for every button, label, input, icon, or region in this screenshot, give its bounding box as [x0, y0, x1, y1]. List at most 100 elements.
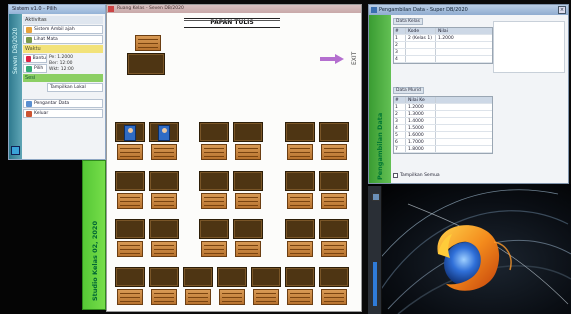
desk-r4-c5[interactable]: [251, 267, 281, 287]
folder-icon: [26, 26, 32, 33]
chair-r4-c7[interactable]: [321, 289, 347, 305]
classroom-strip-label: Studio Kelas 02, 2020: [91, 221, 99, 301]
table-row[interactable]: 1 1.2000: [394, 104, 492, 111]
cell: 4: [394, 125, 406, 131]
chair-r2-c5[interactable]: [287, 193, 313, 209]
chair-r4-c2[interactable]: [151, 289, 177, 305]
chair-r2-c6[interactable]: [321, 193, 347, 209]
cell: [436, 118, 492, 124]
chair-r1-c1[interactable]: [117, 144, 143, 160]
cell: [436, 146, 492, 152]
desk-r1-c4[interactable]: [233, 122, 263, 142]
chair-r3-c5[interactable]: [287, 241, 313, 257]
chair-r3-c2[interactable]: [151, 241, 177, 257]
cell: 1.4000: [406, 118, 436, 124]
chair-r2-c2[interactable]: [151, 193, 177, 209]
desk-r3-c1[interactable]: [115, 219, 145, 239]
table-row[interactable]: 2: [394, 42, 492, 49]
chair-r2-c1[interactable]: [117, 193, 143, 209]
desk-r1-c2[interactable]: [149, 122, 179, 142]
wallpaper-art: [368, 189, 571, 314]
app-square-icon[interactable]: [11, 146, 20, 155]
table-row[interactable]: 6 1.7000: [394, 139, 492, 146]
chair-r3-c1[interactable]: [117, 241, 143, 257]
chair-r4-c6[interactable]: [287, 289, 313, 305]
window-icon: [371, 7, 377, 13]
btn-view-grades[interactable]: Lihat Mata: [23, 35, 103, 44]
teacher-desk[interactable]: [127, 53, 165, 75]
table-row[interactable]: 4: [394, 56, 492, 63]
scroll-indicator[interactable]: [373, 262, 377, 306]
desk-r1-c6[interactable]: [319, 122, 349, 142]
tray-icon[interactable]: [372, 193, 380, 201]
desk-r2-c3[interactable]: [199, 171, 229, 191]
btn-data-intro[interactable]: Pengantar Data: [23, 99, 103, 108]
data-window-titlebar[interactable]: Pengambilan Data - Super DB/2020 ×: [369, 5, 568, 15]
desk-r3-c2[interactable]: [149, 219, 179, 239]
chair-r2-c4[interactable]: [235, 193, 261, 209]
cell: 6: [394, 139, 406, 145]
eye-icon: [26, 36, 32, 43]
table-row[interactable]: 3: [394, 49, 492, 56]
desk-r4-c7[interactable]: [319, 267, 349, 287]
table-row[interactable]: 5 1.6000: [394, 132, 492, 139]
cell: 1.3000: [406, 111, 436, 117]
data-window-strip: Pengambilan Data: [369, 15, 391, 183]
chair-r4-c3[interactable]: [185, 289, 211, 305]
desk-r1-c5[interactable]: [285, 122, 315, 142]
desk-r3-c6[interactable]: [319, 219, 349, 239]
chair-r1-c5[interactable]: [287, 144, 313, 160]
cell: 1.7000: [406, 139, 436, 145]
chair-r1-c3[interactable]: [201, 144, 227, 160]
chair-r1-c6[interactable]: [321, 144, 347, 160]
classroom-titlebar[interactable]: Ruang Kelas - Seven DB/2020: [107, 5, 361, 13]
classroom-title: Ruang Kelas - Seven DB/2020: [117, 6, 184, 11]
table-row[interactable]: 2 1.3000: [394, 111, 492, 118]
table-header: # Nilai Ke: [394, 97, 492, 104]
desk-r4-c6[interactable]: [285, 267, 315, 287]
window-icon: [108, 6, 114, 12]
desk-r2-c2[interactable]: [149, 171, 179, 191]
show-all-checkbox[interactable]: [393, 173, 398, 178]
time-block: Bantu Pilih Pe: 1.2000 Ber: 12:00 Wkt: 1…: [23, 54, 103, 74]
chair-r4-c5[interactable]: [253, 289, 279, 305]
desk-r2-c4[interactable]: [233, 171, 263, 191]
chair-r1-c4[interactable]: [235, 144, 261, 160]
close-icon[interactable]: ×: [558, 6, 566, 14]
desk-r3-c3[interactable]: [199, 219, 229, 239]
table-row[interactable]: 7 1.8000: [394, 146, 492, 153]
student-icon[interactable]: [124, 125, 136, 141]
table-row[interactable]: 4 1.5000: [394, 125, 492, 132]
chair-r3-c3[interactable]: [201, 241, 227, 257]
desk-r4-c2[interactable]: [149, 267, 179, 287]
student-icon[interactable]: [158, 125, 170, 141]
btn-take-system[interactable]: Sistem Ambil ajah: [23, 25, 103, 34]
desk-r2-c1[interactable]: [115, 171, 145, 191]
desk-r4-c1[interactable]: [115, 267, 145, 287]
teacher-chair[interactable]: [135, 35, 161, 51]
chair-r1-c2[interactable]: [151, 144, 177, 160]
desk-r4-c3[interactable]: [183, 267, 213, 287]
desk-r1-c1[interactable]: [115, 122, 145, 142]
chair-r2-c3[interactable]: [201, 193, 227, 209]
col-header: #: [394, 28, 406, 34]
btn-show-local[interactable]: Tampilkan Lokal: [47, 83, 103, 92]
show-all-checkbox-row[interactable]: Tampilkan Semua: [393, 173, 440, 178]
left-strip-label: Seven DB/2020: [12, 27, 19, 74]
chair-r4-c1[interactable]: [117, 289, 143, 305]
chair-r3-c4[interactable]: [235, 241, 261, 257]
desk-r3-c5[interactable]: [285, 219, 315, 239]
btn-exit[interactable]: Keluar: [23, 109, 103, 118]
table-row[interactable]: 3 1.4000: [394, 118, 492, 125]
cell: 2: [394, 42, 406, 48]
desk-r2-c5[interactable]: [285, 171, 315, 191]
table-row[interactable]: 12 (Kelas 1) 1.2000: [394, 35, 492, 42]
exit-label: EXIT: [351, 51, 358, 65]
desk-r1-c3[interactable]: [199, 122, 229, 142]
chair-r3-c6[interactable]: [321, 241, 347, 257]
left-window-titlebar[interactable]: Sistem v1.0 - Pilih: [9, 5, 105, 14]
desk-r3-c4[interactable]: [233, 219, 263, 239]
desk-r4-c4[interactable]: [217, 267, 247, 287]
desk-r2-c6[interactable]: [319, 171, 349, 191]
chair-r4-c4[interactable]: [219, 289, 245, 305]
